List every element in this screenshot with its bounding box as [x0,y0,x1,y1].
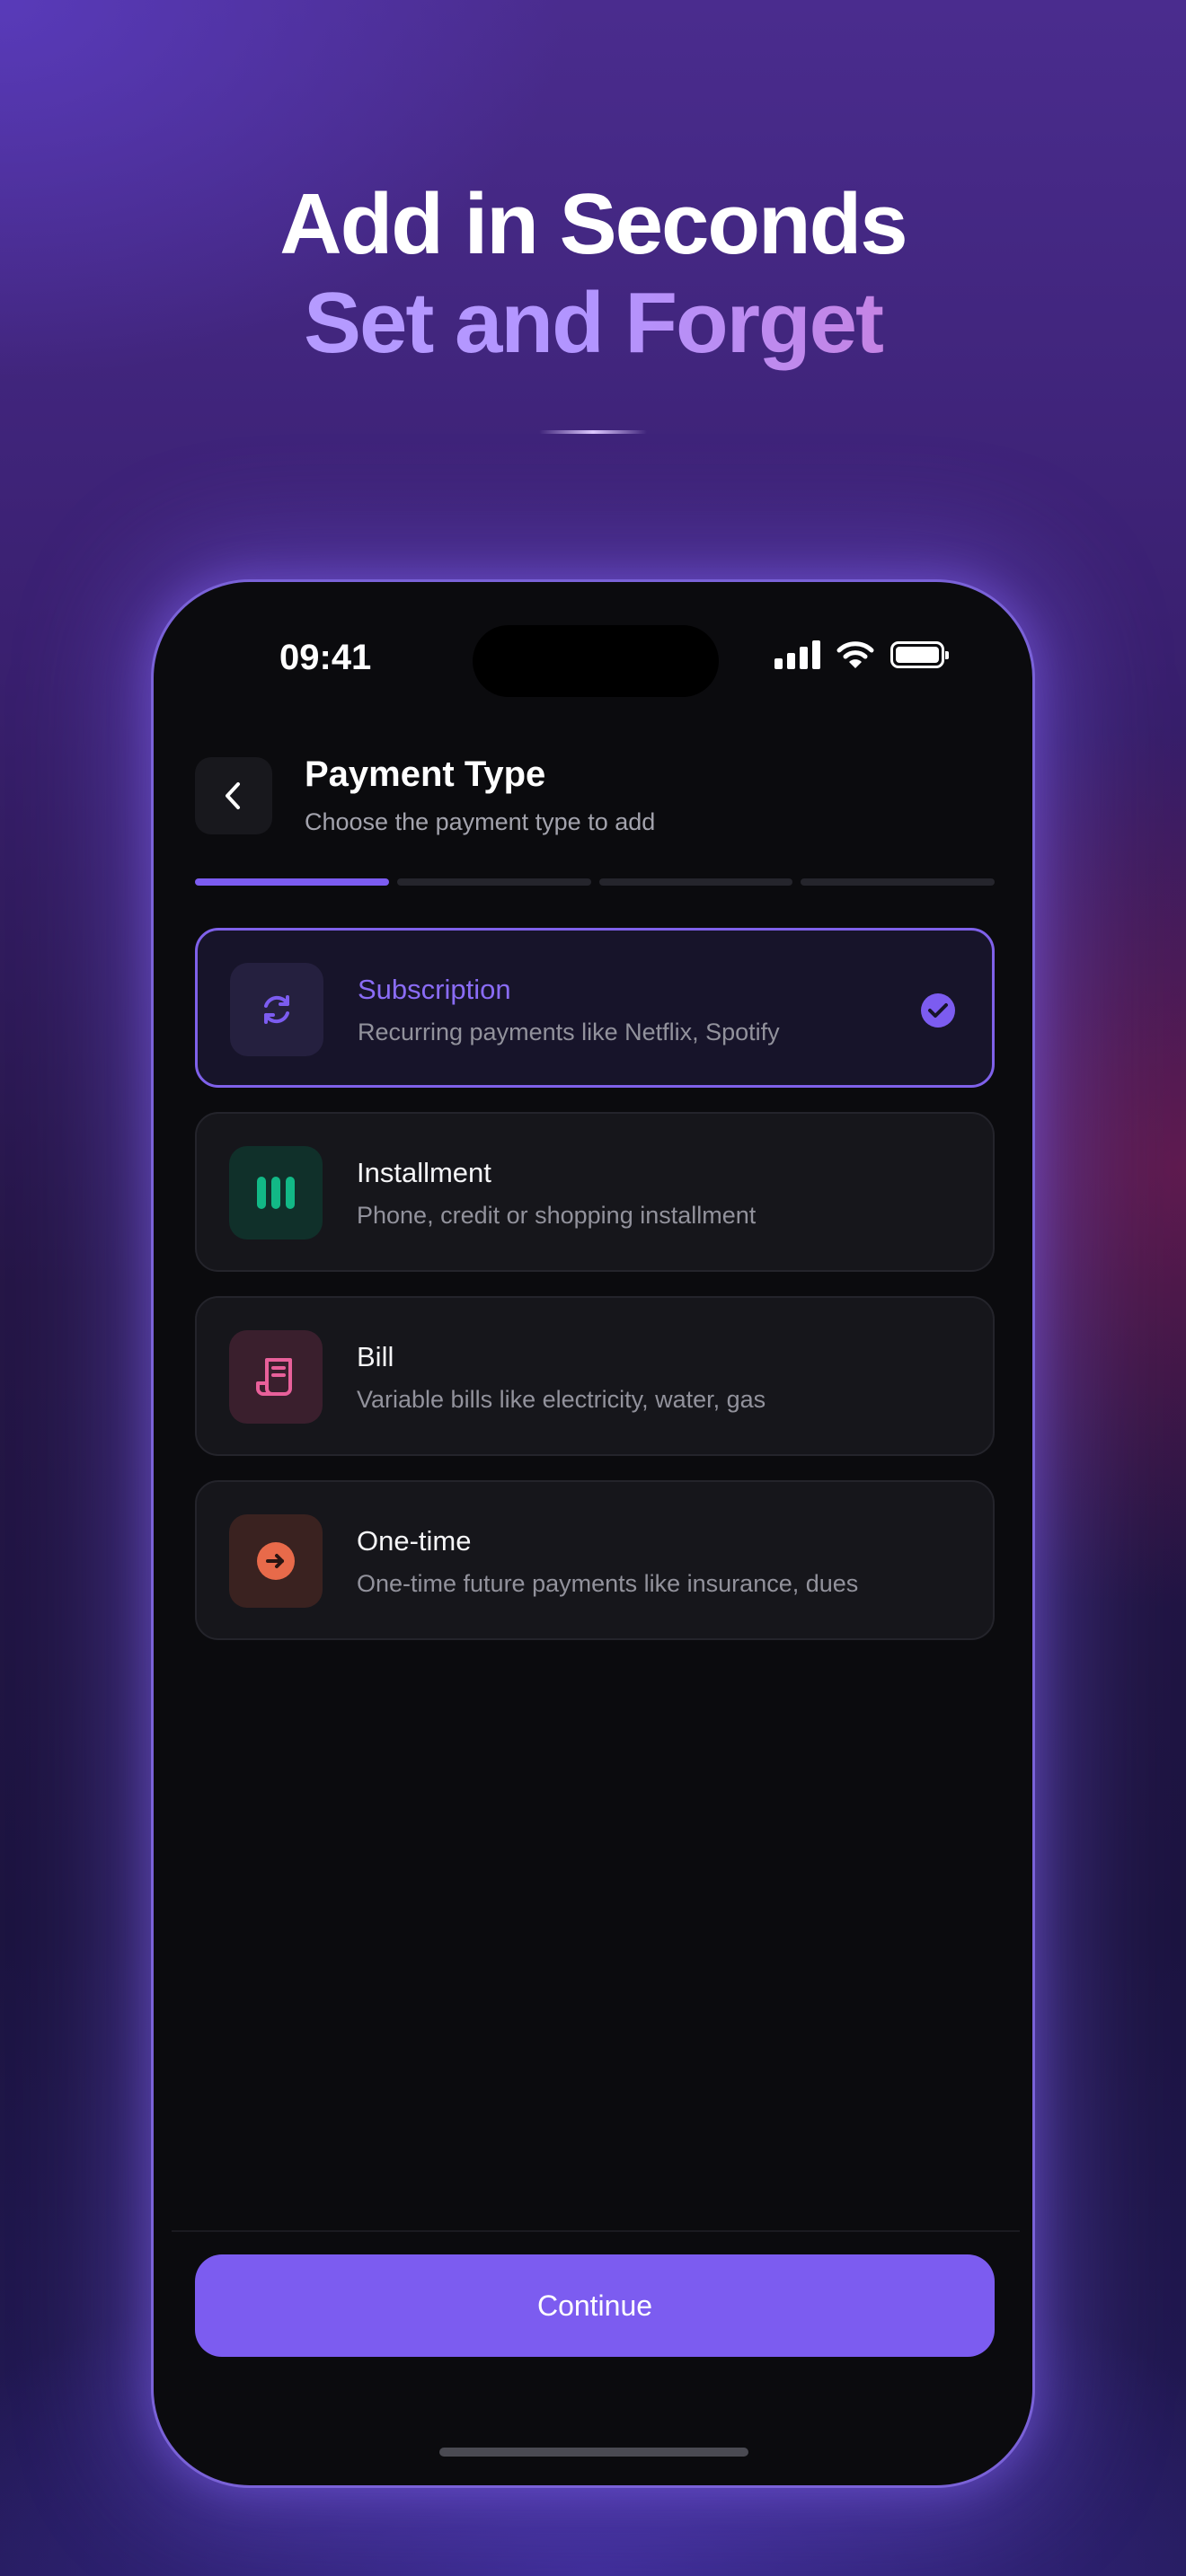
option-installment[interactable]: Installment Phone, credit or shopping in… [195,1112,995,1272]
option-icon-box [229,1514,323,1608]
receipt-icon [256,1358,292,1396]
footer-divider [172,2230,1020,2232]
option-one-time[interactable]: One-time One-time future payments like i… [195,1480,995,1640]
option-description: Variable bills like electricity, water, … [357,1386,766,1413]
refresh-icon [264,995,289,1024]
progress-step [396,878,591,886]
progress-step [598,878,793,886]
dynamic-island [473,625,719,697]
signal-icon [774,640,820,669]
status-time: 09:41 [279,638,372,677]
option-title: Subscription [358,974,511,1005]
hero-line-2: Set and Forget [0,274,1186,373]
option-icon-box [230,963,323,1056]
option-description: One-time future payments like insurance,… [357,1570,859,1597]
hero-divider [539,430,647,434]
back-button[interactable] [195,757,272,834]
option-title: Bill [357,1341,394,1372]
progress-step [195,878,389,886]
hero-line-1: Add in Seconds [279,176,907,272]
option-subscription[interactable]: Subscription Recurring payments like Net… [195,928,995,1088]
option-icon-box [229,1146,323,1239]
check-circle-icon [921,993,955,1028]
option-title: One-time [357,1525,472,1557]
page-title: Payment Type [305,754,546,794]
option-bill[interactable]: Bill Variable bills like electricity, wa… [195,1296,995,1456]
phone-frame: 09:41 Payment Type Choose the payment ty… [151,579,1035,2488]
option-description: Recurring payments like Netflix, Spotify [358,1019,780,1045]
option-description: Phone, credit or shopping installment [357,1202,757,1229]
home-indicator [439,2448,748,2457]
status-icons [774,640,949,669]
arrow-right-circle-icon [257,1542,295,1580]
option-icon-box [229,1330,323,1424]
step-progress [195,878,995,886]
continue-button[interactable]: Continue [195,2254,995,2357]
hero-headline: Add in Seconds Set and Forget [0,175,1186,373]
progress-step [801,878,995,886]
option-title: Installment [357,1157,491,1188]
chevron-left-icon [226,782,240,809]
battery-icon [890,641,949,668]
page-subtitle: Choose the payment type to add [305,808,656,835]
installment-bars-icon [257,1177,295,1209]
wifi-icon [836,641,874,668]
